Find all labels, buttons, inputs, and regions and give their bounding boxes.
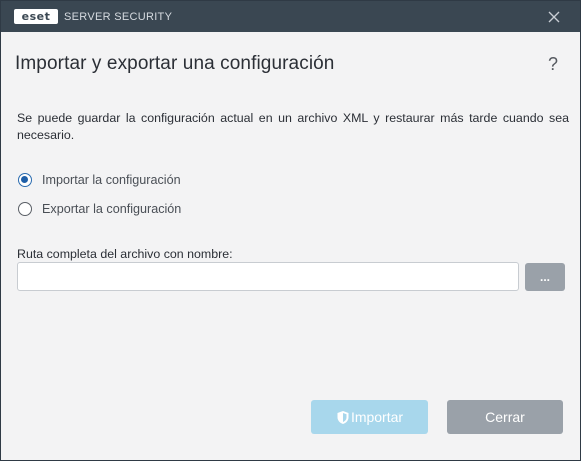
title-bar: eset SERVER SECURITY bbox=[1, 1, 580, 32]
import-option[interactable]: Importar la configuración bbox=[18, 171, 181, 189]
dialog-title: Importar y exportar una configuración bbox=[15, 53, 335, 74]
window-close-button[interactable] bbox=[544, 7, 564, 27]
shield-icon bbox=[336, 410, 350, 425]
dialog-window: eset SERVER SECURITY Importar y exportar… bbox=[0, 0, 581, 461]
description-text: Se puede guardar la configuración actual… bbox=[17, 111, 569, 142]
app-title: SERVER SECURITY bbox=[64, 11, 173, 23]
import-button[interactable]: Importar bbox=[311, 400, 428, 434]
logo-text: eset bbox=[21, 10, 51, 23]
file-path-label: Ruta completa del archivo con nombre: bbox=[17, 247, 233, 261]
eset-logo: eset bbox=[14, 9, 58, 24]
export-option-label: Exportar la configuración bbox=[42, 202, 182, 216]
import-button-label: Importar bbox=[350, 409, 404, 425]
file-path-input[interactable] bbox=[17, 262, 519, 291]
export-radio[interactable] bbox=[18, 202, 32, 216]
import-radio[interactable] bbox=[18, 173, 32, 187]
browse-button[interactable]: ... bbox=[525, 263, 565, 291]
close-icon bbox=[548, 11, 560, 23]
import-option-label: Importar la configuración bbox=[42, 173, 181, 187]
help-button[interactable]: ? bbox=[545, 53, 561, 75]
close-button[interactable]: Cerrar bbox=[447, 400, 563, 434]
export-option[interactable]: Exportar la configuración bbox=[18, 200, 181, 218]
